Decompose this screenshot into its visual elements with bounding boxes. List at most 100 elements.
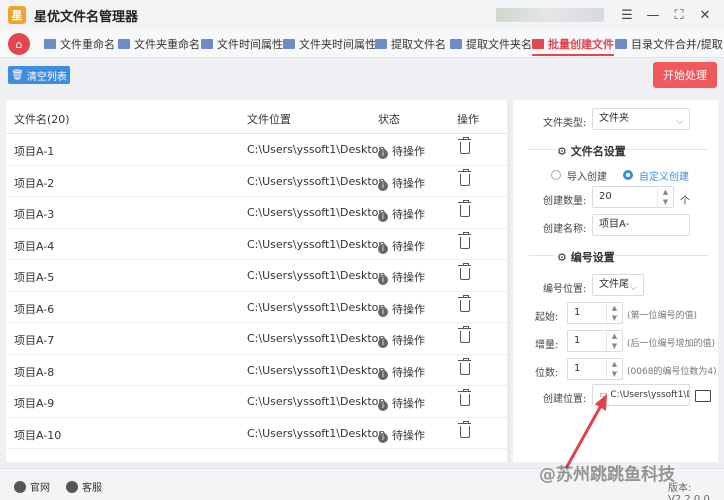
delete-icon[interactable]	[458, 231, 471, 249]
row-status: i 待操作	[378, 301, 425, 317]
table-scrollbar[interactable]	[507, 100, 511, 462]
version-text: 版本: V2.2.0.0	[668, 483, 710, 500]
minimize-icon[interactable]: —	[644, 6, 662, 24]
info-icon: i	[378, 306, 388, 317]
count-stepper[interactable]: 20 ▲ ▼	[592, 186, 674, 208]
file-time-icon	[201, 39, 213, 49]
tab-folder-time[interactable]: 文件夹时间属性	[283, 30, 376, 58]
support-link[interactable]: 客服	[66, 479, 102, 494]
globe-icon	[14, 480, 26, 493]
row-status: i 待操作	[378, 332, 425, 348]
settings-panel: 文件类型: 文件夹 ⌵ ⚙ 文件名设置 导入创建 自定义创建 创建数量: 20 ▲ ▼…	[513, 100, 718, 462]
row-location: C:\Users\yssoft1\Desktop	[247, 206, 386, 219]
table-row[interactable]: 项目A-3 C:\Users\yssoft1\Desktop i 待操作	[6, 197, 509, 229]
delete-icon[interactable]	[458, 326, 471, 343]
gear-icon: ⚙	[557, 251, 571, 264]
delete-icon[interactable]	[458, 420, 471, 438]
stepper-arrows-icon[interactable]: ▲ ▼	[657, 187, 673, 207]
batch-create-icon	[532, 39, 544, 49]
name-settings-title: ⚙ 文件名设置	[557, 145, 626, 158]
table-row[interactable]: 项目A-10 C:\Users\yssoft1\Desktop i 待操作	[6, 418, 509, 449]
table-row[interactable]: 项目A-6 C:\Users\yssoft1\Desktop i 待操作	[6, 292, 509, 323]
stepper-arrows-icon[interactable]: ▲ ▼	[606, 359, 622, 379]
tab-merge-extract[interactable]: 目录文件合并/提取	[615, 30, 723, 58]
row-location: C:\Users\yssoft1\Desktop	[247, 174, 386, 188]
info-icon: i	[378, 401, 388, 411]
digits-stepper[interactable]: 1 ▲ ▼	[567, 358, 623, 380]
name-input[interactable]: 项目A-	[592, 214, 690, 236]
extract-foldername-icon	[450, 39, 462, 49]
browse-folder-icon[interactable]	[695, 390, 711, 402]
clear-list-button[interactable]: 🗑 清空列表	[8, 66, 70, 84]
increment-hint: (后一位编号增加的值)	[627, 339, 716, 349]
radio-custom-label: 自定义创建	[639, 172, 689, 183]
delete-icon[interactable]	[458, 137, 471, 154]
table-row[interactable]: 项目A-8 C:\Users\yssoft1\Desktop i 待操作	[6, 355, 509, 386]
table-row[interactable]: 项目A-7 C:\Users\yssoft1\Desktop i 待操作	[6, 323, 509, 355]
header-action: 操作	[457, 113, 479, 126]
delete-icon[interactable]	[458, 294, 471, 312]
tab-batch-create[interactable]: 批量创建文件	[532, 30, 614, 58]
delete-icon[interactable]	[458, 263, 471, 280]
location-label: 创建位置:	[543, 394, 587, 405]
gear-icon: ⚙	[557, 145, 571, 158]
app-logo: 星	[8, 6, 26, 24]
menu-icon[interactable]: ☰	[618, 6, 636, 24]
start-stepper[interactable]: 1 ▲ ▼	[567, 302, 623, 324]
table-row[interactable]: 项目A-9 C:\Users\yssoft1\Desktop i 待操作	[6, 386, 509, 418]
home-icon[interactable]: ⌂	[8, 33, 30, 55]
website-link[interactable]: 官网	[14, 479, 50, 494]
row-location: C:\Users\yssoft1\Desktop	[247, 363, 386, 377]
table-row[interactable]: 项目A-4 C:\Users\yssoft1\Desktop i 待操作	[6, 229, 509, 260]
close-icon[interactable]: ✕	[696, 6, 714, 24]
location-input[interactable]: ▭ C:\Users\yssoft1\De	[592, 384, 690, 406]
delete-icon[interactable]	[458, 200, 471, 217]
row-name: 项目A-6	[14, 302, 55, 316]
increment-label: 增量:	[535, 340, 559, 351]
tab-folder-rename[interactable]: 文件夹重命名	[118, 30, 200, 58]
row-name: 项目A-1	[14, 145, 55, 158]
tab-extract-filename[interactable]: 提取文件名	[375, 30, 446, 58]
start-processing-button[interactable]: 开始处理	[653, 62, 717, 88]
stepper-arrows-icon[interactable]: ▲ ▼	[606, 303, 622, 323]
tab-file-time[interactable]: 文件时间属性	[201, 30, 283, 58]
number-position-select[interactable]: 文件尾 ⌵	[592, 274, 644, 296]
file-type-select[interactable]: 文件夹 ⌵	[592, 108, 690, 130]
row-status: i 待操作	[378, 175, 425, 191]
watermark: @苏州跳跳鱼科技	[539, 465, 675, 485]
count-label: 创建数量:	[543, 196, 587, 207]
header-name[interactable]: 文件名(20)	[14, 111, 70, 127]
table-row[interactable]: 项目A-1 C:\Users\yssoft1\Desktop i 待操作	[6, 134, 509, 166]
folder-small-icon: ▭	[599, 390, 611, 400]
radio-import-create[interactable]	[551, 170, 561, 180]
tab-file-rename[interactable]: 文件重命名	[44, 30, 115, 58]
row-name: 项目A-4	[14, 239, 55, 253]
increment-stepper[interactable]: 1 ▲ ▼	[567, 330, 623, 352]
user-avatar[interactable]	[496, 8, 604, 22]
delete-icon[interactable]	[458, 357, 471, 375]
row-location: C:\Users\yssoft1\Desktop	[247, 426, 386, 440]
row-status: i 待操作	[378, 269, 425, 285]
tab-bar: ⌂ 文件重命名 文件夹重命名 文件时间属性 文件夹时间属性 提取文件名 提取文件…	[0, 30, 724, 58]
stepper-arrows-icon[interactable]: ▲ ▼	[606, 331, 622, 351]
table-row[interactable]: 项目A-2 C:\Users\yssoft1\Desktop i 待操作	[6, 166, 509, 197]
row-location: C:\Users\yssoft1\Desktop	[247, 143, 386, 156]
tab-extract-foldername[interactable]: 提取文件夹名	[450, 30, 532, 58]
info-icon: i	[378, 212, 388, 222]
row-name: 项目A-9	[14, 397, 55, 410]
info-icon: i	[378, 180, 388, 191]
row-name: 项目A-2	[14, 176, 55, 190]
header-status[interactable]: 状态	[378, 111, 400, 127]
delete-icon[interactable]	[458, 389, 471, 406]
header-location[interactable]: 文件位置	[247, 111, 291, 127]
maximize-icon[interactable]: ⛶	[670, 6, 688, 24]
info-icon: i	[378, 243, 388, 254]
title-bar: 星 星优文件名管理器 ☰ — ⛶ ✕	[0, 0, 724, 30]
radio-custom-create[interactable]	[623, 170, 633, 180]
row-status: i 待操作	[378, 427, 425, 443]
delete-icon[interactable]	[458, 168, 471, 186]
row-status: i 待操作	[378, 238, 425, 254]
row-location: C:\Users\yssoft1\Desktop	[247, 237, 386, 251]
table-row[interactable]: 项目A-5 C:\Users\yssoft1\Desktop i 待操作	[6, 260, 509, 292]
extract-filename-icon	[375, 39, 387, 49]
